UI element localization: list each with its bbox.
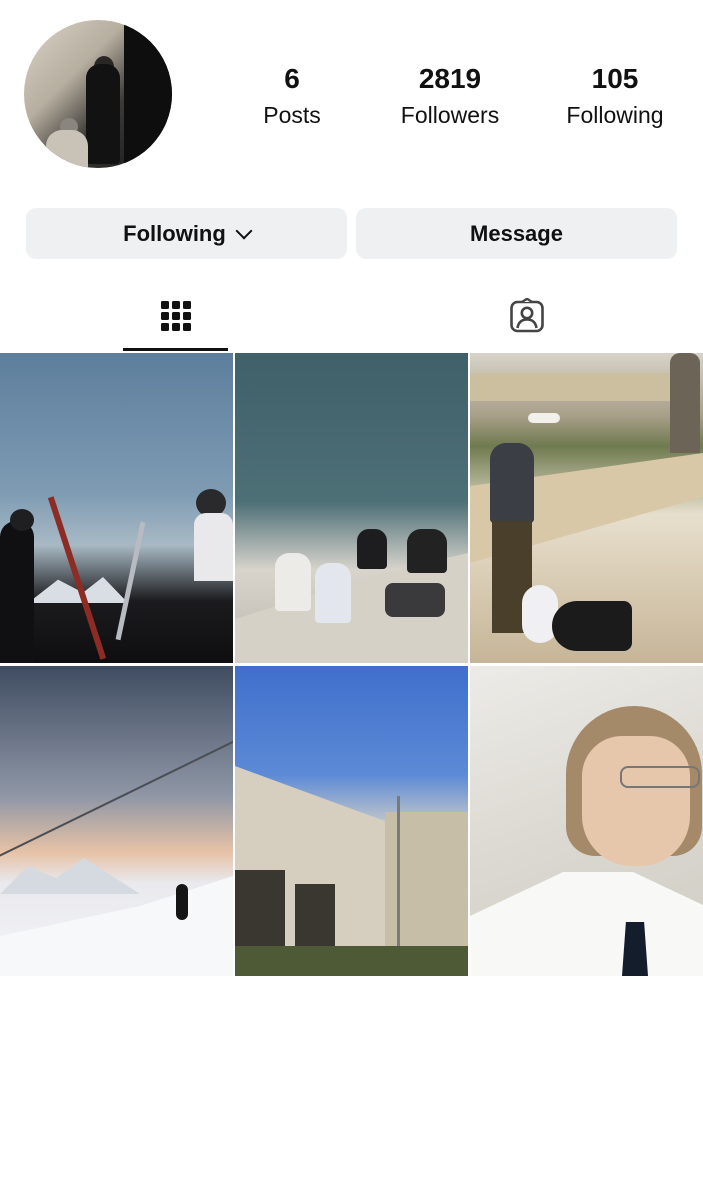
following-button[interactable]: Following: [26, 208, 347, 259]
skier-figure: [0, 521, 34, 663]
violinist-figure: [490, 443, 534, 523]
face: [582, 736, 690, 866]
followers-label: Followers: [400, 102, 500, 128]
ski: [47, 496, 107, 660]
skier-helmet: [10, 509, 34, 531]
posts-stat[interactable]: 6 Posts: [217, 62, 367, 130]
message-button[interactable]: Message: [356, 208, 677, 259]
following-count: 105: [591, 63, 639, 94]
ski-lift-cable: [0, 734, 233, 860]
posts-grid: [0, 353, 703, 977]
post-thumbnail[interactable]: [235, 666, 468, 976]
post-thumbnail[interactable]: [235, 353, 468, 663]
posts-count: 6: [284, 63, 300, 94]
followers-stat[interactable]: 2819 Followers: [375, 62, 525, 130]
post-thumbnail[interactable]: [470, 666, 703, 976]
skier-jacket: [194, 513, 233, 581]
tab-tagged[interactable]: [474, 280, 579, 352]
post-thumbnail[interactable]: [470, 353, 703, 663]
ski: [115, 521, 146, 641]
hat: [528, 413, 560, 423]
lamp-post: [670, 353, 700, 453]
violin-case: [552, 601, 632, 651]
post-thumbnail[interactable]: [0, 353, 233, 663]
message-button-label: Message: [470, 220, 563, 246]
person-figure: [357, 529, 387, 569]
skier-figure: [176, 884, 188, 920]
selected-tab-indicator: [123, 348, 228, 351]
necktie: [622, 922, 648, 976]
castle-shape: [470, 373, 670, 401]
following-label: Following: [566, 102, 664, 128]
person-figure: [315, 563, 351, 623]
following-button-label: Following: [123, 220, 226, 246]
following-stat[interactable]: 105 Following: [540, 62, 690, 130]
posts-label: Posts: [263, 102, 321, 128]
profile-stats: 6 Posts 2819 Followers 105 Following: [0, 62, 703, 142]
chevron-down-icon: [235, 222, 253, 239]
person-figure: [275, 553, 311, 611]
glasses: [620, 766, 700, 788]
tab-posts-grid[interactable]: [123, 280, 228, 352]
grid-icon: [160, 301, 191, 331]
white-shirt: [470, 872, 703, 976]
hedge: [235, 946, 468, 976]
post-thumbnail[interactable]: [0, 666, 233, 976]
followers-count: 2819: [418, 63, 482, 94]
person-figure: [407, 529, 447, 573]
tagged-person-icon: [509, 298, 544, 333]
flagpole: [397, 796, 400, 962]
mountain-shape: [0, 858, 140, 894]
bag: [385, 583, 445, 617]
